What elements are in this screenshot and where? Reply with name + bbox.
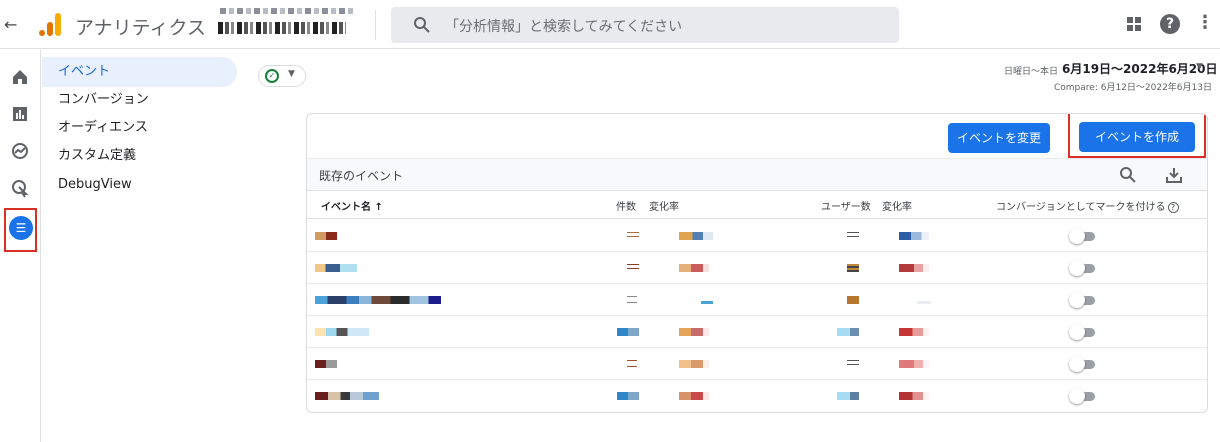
date-range-picker[interactable]: 6月19日～2022年6月20日: [1062, 60, 1218, 77]
more-vert-icon[interactable]: ⋮: [1196, 12, 1214, 33]
table-row[interactable]: [307, 316, 1207, 348]
search-icon[interactable]: [1119, 166, 1137, 184]
redacted-count: [627, 264, 639, 272]
search-bar[interactable]: 「分析情報」と検索してみてください: [391, 7, 899, 43]
nav-item-conversions[interactable]: コンバージョン: [42, 85, 237, 115]
card-toolbar: イベントを変更 イベントを作成: [307, 114, 1207, 159]
divider: [375, 10, 376, 40]
nav-item-custom-definitions[interactable]: カスタム定義: [42, 141, 237, 171]
configure-list-icon[interactable]: ☰: [9, 216, 33, 240]
table-row[interactable]: [307, 284, 1207, 316]
redacted-event-name: [315, 360, 337, 368]
reports-bar-chart-icon[interactable]: [9, 103, 31, 125]
help-icon[interactable]: ?: [1160, 14, 1180, 34]
table-row[interactable]: [307, 252, 1207, 284]
home-icon[interactable]: [9, 66, 31, 88]
advertising-icon[interactable]: [9, 177, 31, 199]
conversion-toggle[interactable]: [1069, 228, 1097, 244]
redacted-count: [627, 232, 639, 240]
search-input[interactable]: 「分析情報」と検索してみてください: [445, 16, 682, 36]
conversion-toggle[interactable]: [1069, 388, 1097, 404]
redacted-count: [627, 360, 637, 368]
check-circle-icon: ✓: [265, 69, 279, 83]
column-conversion[interactable]: コンバージョンとしてマークを付ける?: [996, 198, 1179, 213]
column-users[interactable]: ユーザー数: [821, 198, 871, 213]
existing-events-header: 既存のイベント: [307, 159, 1207, 191]
redacted-count: [627, 296, 637, 304]
analytics-logo-icon: [38, 12, 62, 38]
redacted-users-change: [899, 232, 929, 240]
explore-icon[interactable]: [9, 140, 31, 162]
dropdown-arrow-icon: ▼: [288, 69, 295, 79]
apps-grid-icon[interactable]: [1127, 17, 1141, 31]
date-dropdown-icon[interactable]: ▼: [1196, 62, 1203, 72]
create-event-highlight: イベントを作成: [1068, 114, 1206, 158]
redacted-users: [837, 328, 859, 336]
nav-item-debugview[interactable]: DebugView: [42, 170, 237, 200]
redacted-event-name: [315, 392, 379, 400]
section-title: 既存のイベント: [319, 169, 404, 183]
redacted-users: [837, 392, 859, 400]
redacted-users-change: [899, 328, 929, 336]
redacted-count-change: [679, 360, 709, 368]
conversion-toggle[interactable]: [1069, 292, 1097, 308]
nav-item-events[interactable]: イベント: [42, 57, 237, 87]
redacted-users: [847, 264, 859, 272]
redacted-users: [847, 232, 859, 240]
redacted-users: [847, 296, 859, 304]
redacted-count: [617, 392, 639, 400]
redacted-users: [847, 360, 859, 368]
redacted-count: [617, 328, 639, 336]
left-rail: ☰: [0, 50, 41, 442]
modify-event-button[interactable]: イベントを変更: [948, 123, 1050, 153]
column-count[interactable]: 件数: [616, 198, 636, 213]
column-conversion-label: コンバージョンとしてマークを付ける: [996, 202, 1166, 213]
conversion-toggle[interactable]: [1069, 260, 1097, 276]
redacted-users-change: [917, 296, 931, 304]
account-selector[interactable]: [218, 6, 363, 40]
redacted-count-change: [679, 264, 709, 272]
search-icon: [414, 17, 430, 33]
help-circle-icon[interactable]: ?: [1167, 202, 1179, 213]
redacted-event-name: [315, 232, 337, 240]
create-event-button[interactable]: イベントを作成: [1079, 122, 1195, 152]
redacted-count-change: [679, 232, 713, 240]
redacted-count-change: [701, 296, 713, 304]
conversion-toggle[interactable]: [1069, 324, 1097, 340]
redacted-account-name: [220, 8, 356, 14]
redacted-count-change: [679, 328, 709, 336]
nav-item-audiences[interactable]: オーディエンス: [42, 113, 237, 143]
redacted-event-name: [315, 296, 441, 304]
column-event-name[interactable]: イベント名 ↑: [321, 198, 383, 213]
redacted-users-change: [899, 264, 929, 272]
conversion-toggle[interactable]: [1069, 356, 1097, 372]
column-count-change[interactable]: 変化率: [649, 198, 679, 213]
date-preset-label: 日曜日～本日: [1004, 67, 1059, 77]
app-title: アナリティクス: [75, 17, 206, 39]
redacted-event-name: [315, 328, 369, 336]
redacted-users-change: [899, 360, 929, 368]
top-bar: ← アナリティクス 「分析情報」と検索してみてください ? ⋮: [0, 0, 1220, 49]
table-header: イベント名 ↑ 件数 変化率 ユーザー数 変化率 コンバージョンとしてマークを付…: [307, 191, 1207, 219]
back-arrow-icon[interactable]: ←: [4, 15, 17, 34]
redacted-users-change: [899, 392, 929, 400]
redacted-property-name: [218, 22, 346, 34]
events-card: イベントを変更 イベントを作成 既存のイベント イベント名 ↑ 件数 変化率 ユ…: [306, 113, 1208, 413]
configure-nav-highlight[interactable]: ☰: [4, 208, 37, 252]
table-row[interactable]: [307, 348, 1207, 380]
status-filter-chip[interactable]: ✓ ▼: [258, 65, 306, 87]
download-icon[interactable]: [1165, 166, 1183, 184]
redacted-event-name: [315, 264, 357, 272]
compare-range-label: Compare: 6月12日～2022年6月13日: [1054, 83, 1212, 93]
redacted-count-change: [679, 392, 709, 400]
table-row[interactable]: [307, 220, 1207, 252]
table-row[interactable]: [307, 380, 1207, 412]
column-users-change[interactable]: 変化率: [882, 198, 912, 213]
